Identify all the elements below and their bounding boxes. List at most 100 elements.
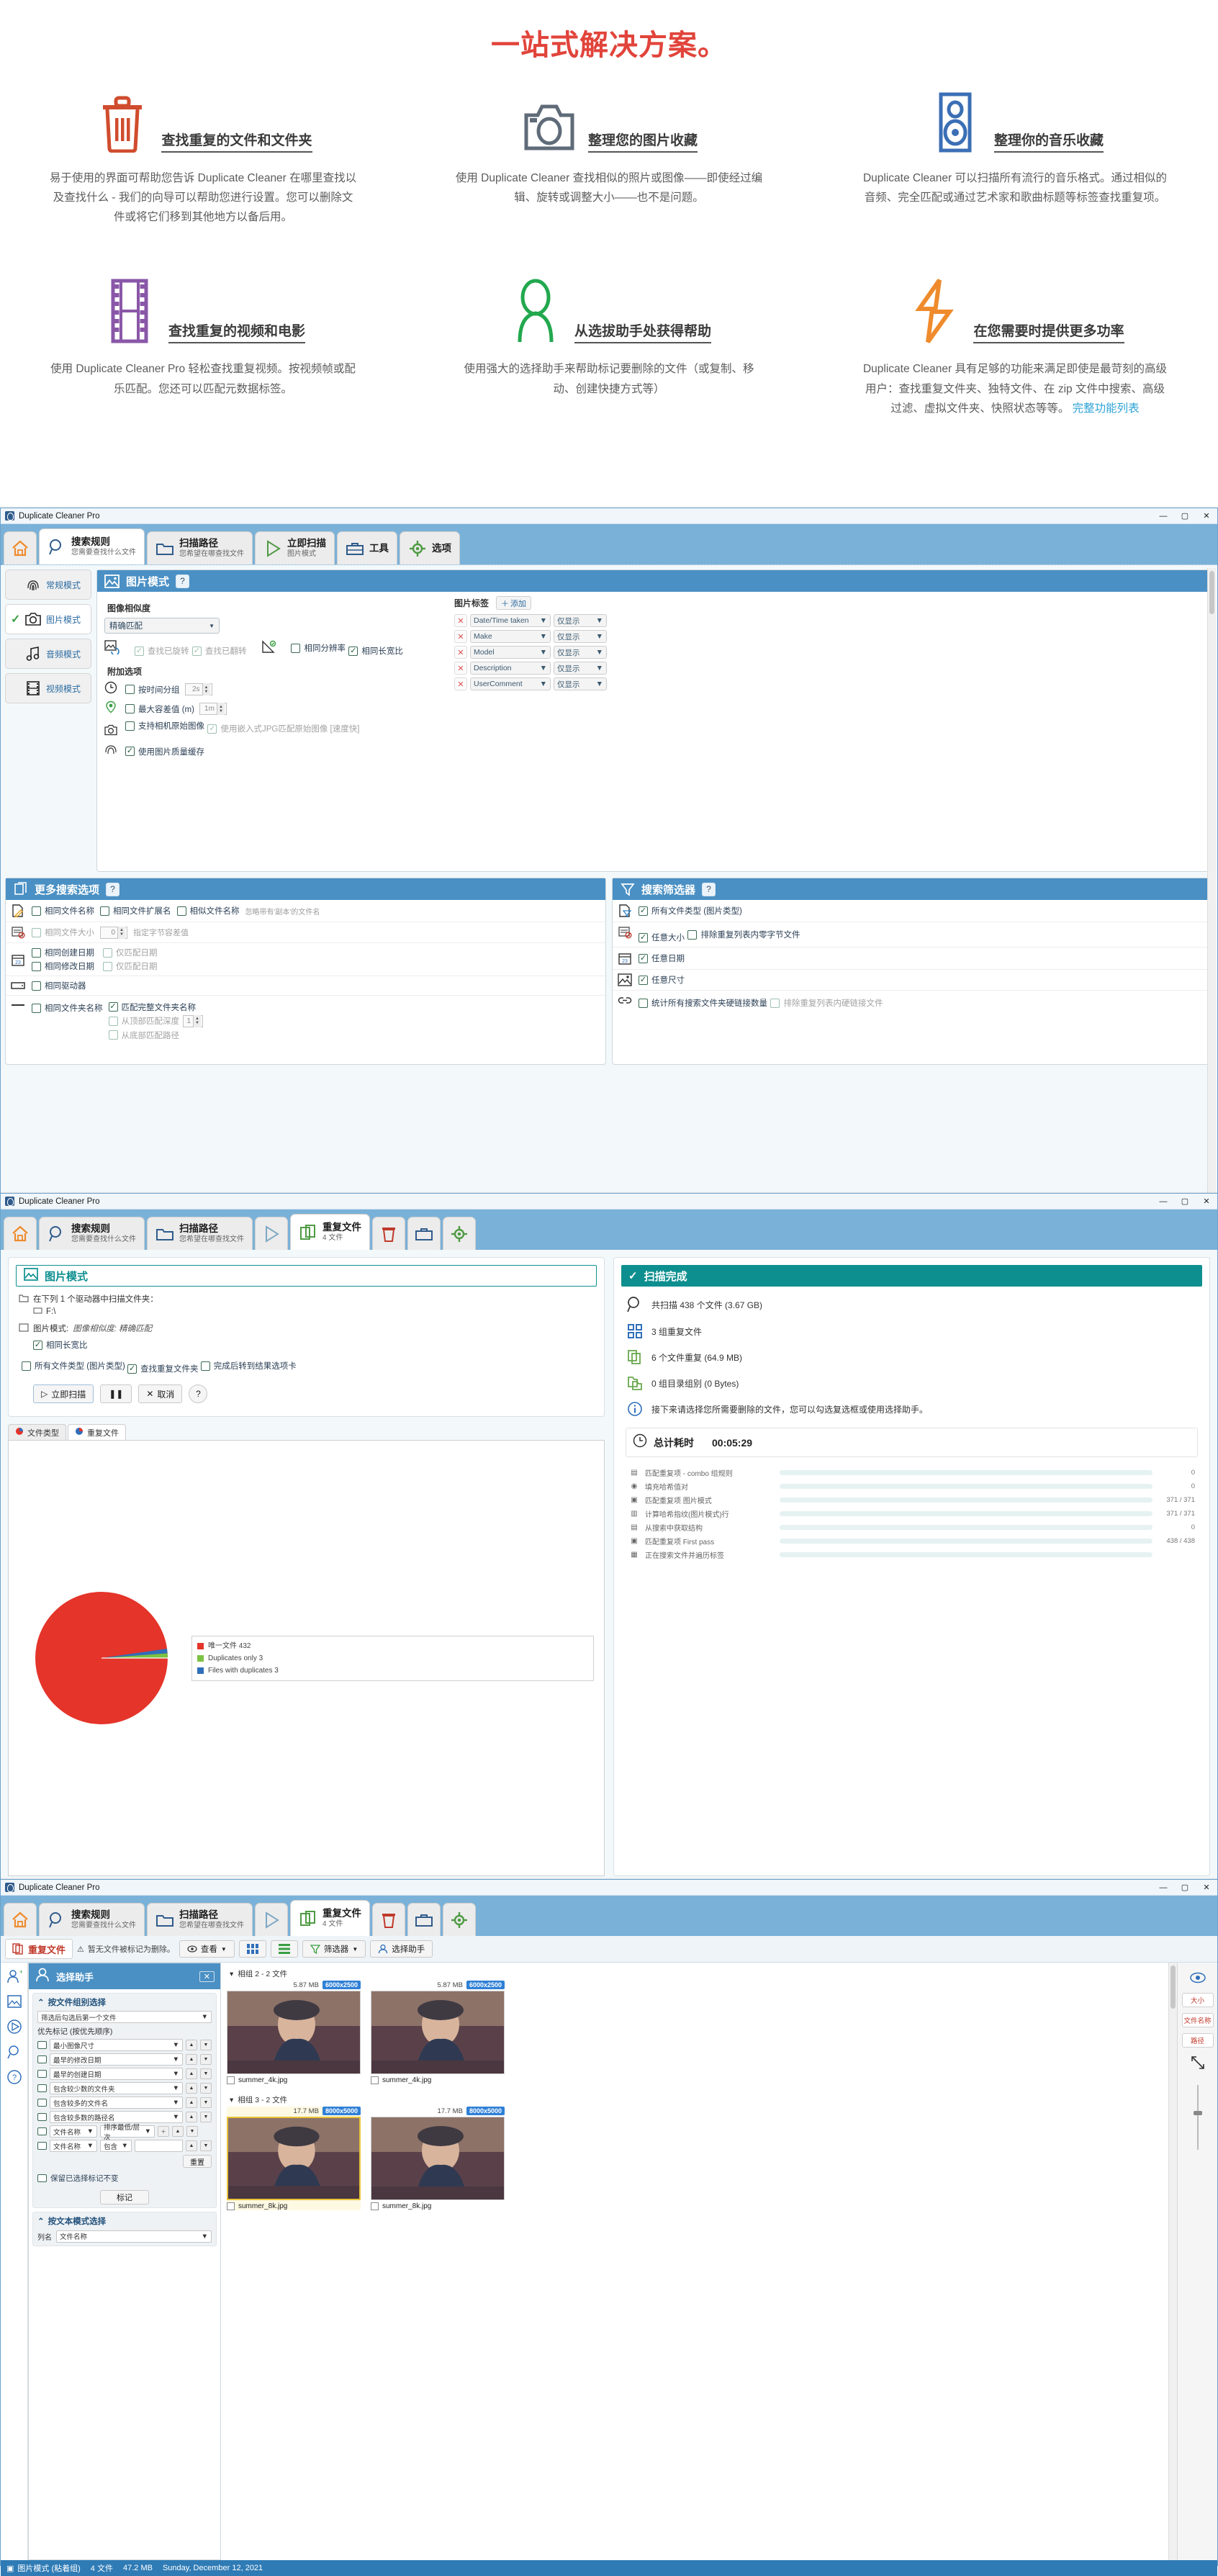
checkbox-any-date[interactable]: ✓ 任意日期	[639, 953, 685, 964]
rule-checkbox[interactable]	[37, 2084, 47, 2092]
select-checkbox[interactable]	[371, 2202, 379, 2210]
maximize-button[interactable]: ▢	[1174, 508, 1196, 524]
tab-search-rules[interactable]: 搜索规则 您需要查找什么文件	[39, 528, 145, 564]
mode-item-normal[interactable]: 常规模式	[5, 569, 91, 600]
checkbox-all-filetypes[interactable]: 所有文件类型 (图片类型)	[22, 1360, 125, 1372]
tolerance-spinner[interactable]: 1m ▲ ▼	[199, 703, 227, 715]
rule-checkbox[interactable]	[37, 2041, 47, 2049]
mark-button[interactable]: 标记	[100, 2189, 149, 2205]
time-group-spinner[interactable]: 2s ▲ ▼	[184, 683, 212, 695]
vertical-scrollbar[interactable]	[1168, 1963, 1177, 2560]
checkbox-find-rotated[interactable]: ✓ 查找已旋转	[135, 645, 189, 657]
checkbox-same-aspect[interactable]: ✓ 相同长宽比	[33, 1339, 88, 1351]
move-down-button[interactable]: ▼	[200, 2068, 212, 2079]
similarity-select[interactable]: 精确匹配 ▼	[104, 618, 220, 634]
expand-icon[interactable]: ▾	[230, 2096, 233, 2104]
move-up-button[interactable]: ▲	[186, 2068, 197, 2079]
tab-tools[interactable]: 工具	[337, 531, 397, 564]
move-up-button[interactable]: ▲	[172, 2126, 184, 2137]
tab-scan-now[interactable]	[255, 1217, 288, 1250]
checkbox-image-quality-cache[interactable]: ✓ 使用图片质量缓存	[125, 746, 204, 757]
tag-mode-select[interactable]: 仅显示 ▼	[554, 662, 607, 675]
thumbnail-image[interactable]	[371, 1991, 505, 2074]
tab-scan-paths[interactable]: 扫描路径 您希望在哪查找文件	[147, 1903, 253, 1936]
filename-toggle[interactable]: 文件名称	[1181, 2013, 1214, 2027]
rule-select[interactable]: 包含较多的文件名 ▼	[50, 2097, 183, 2109]
checkbox-similar-filename[interactable]: 相似文件名称	[176, 905, 240, 917]
eye-icon[interactable]	[1188, 1968, 1207, 1987]
minimize-button[interactable]: —	[1152, 1194, 1174, 1210]
checkbox-same-resolution[interactable]: 相同分辨率	[291, 642, 346, 654]
maximize-button[interactable]: ▢	[1174, 1194, 1196, 1210]
byte-tolerance-spinner[interactable]: 0 ▲ ▼	[100, 926, 127, 939]
minimize-button[interactable]: —	[1152, 1880, 1174, 1896]
checkbox-any-dimension[interactable]: ✓ 任意尺寸	[639, 974, 685, 986]
checkbox-any-size[interactable]: ✓ 任意大小	[639, 932, 685, 943]
checkbox-same-foldername[interactable]: 相同文件夹名称	[32, 1002, 103, 1014]
add-tag-button[interactable]: ＋添加	[496, 596, 532, 610]
move-up-button[interactable]: ▲	[186, 2140, 197, 2151]
checkbox-match-from-top[interactable]: 从顶部匹配深度	[108, 1015, 179, 1027]
image-list-icon[interactable]	[5, 1992, 24, 2011]
rule-select[interactable]: 包含较少数的文件夹 ▼	[50, 2082, 183, 2094]
checkbox-same-filesize[interactable]: 相同文件大小	[32, 927, 94, 938]
checkbox-exclude-zero-byte[interactable]: 排除重复列表内零字节文件	[687, 929, 800, 940]
checkbox-find-flipped[interactable]: ✓ 查找已翻转	[191, 645, 246, 657]
mode-item-audio[interactable]: 音频模式	[5, 639, 91, 669]
help-circle-icon[interactable]: ?	[5, 2068, 24, 2086]
help-icon[interactable]: ?	[702, 882, 716, 896]
move-down-button[interactable]: ▼	[200, 2083, 212, 2094]
checkbox-find-duplicate-folders[interactable]: ✓ 查找重复文件夹	[127, 1363, 199, 1374]
checkbox-same-created[interactable]: 相同创建日期	[32, 947, 94, 958]
path-toggle[interactable]: 路径	[1181, 2033, 1214, 2048]
checkbox-same-extension[interactable]: 相同文件扩展名	[100, 905, 171, 917]
size-toggle[interactable]: 大小	[1181, 1993, 1214, 2007]
selection-assistant-button[interactable]: 选择助手	[370, 1940, 433, 1958]
thumbnail-item[interactable]: 5.87 MB 6000x2500 summer_4k.jpg	[227, 1981, 361, 2084]
rule-checkbox[interactable]	[37, 2113, 47, 2121]
pause-button[interactable]: ❚❚	[100, 1384, 132, 1403]
tab-scan-now[interactable]: 立即扫描 图片模式	[255, 531, 335, 564]
tab-delete[interactable]	[372, 1903, 405, 1936]
move-down-button[interactable]: ▼	[200, 2097, 212, 2108]
tab-delete[interactable]	[372, 1217, 405, 1250]
expand-icon[interactable]: ▾	[230, 1970, 233, 1978]
add-rule-button[interactable]: ＋	[158, 2126, 169, 2137]
tab-options[interactable]: 选项	[400, 531, 460, 564]
checkbox-all-filetypes[interactable]: ✓ 所有文件类型 (图片类型)	[639, 905, 742, 917]
move-up-button[interactable]: ▲	[186, 2040, 197, 2050]
remove-tag-button[interactable]: ✕	[454, 614, 467, 627]
thumbnail-image[interactable]	[227, 2117, 361, 2200]
checkbox-camera-raw[interactable]: 支持相机原始图像	[125, 720, 204, 731]
tab-home[interactable]	[4, 1903, 37, 1936]
checkbox-keep-selection[interactable]: 保留已选择标记不变	[37, 2173, 119, 2184]
help-icon[interactable]: ?	[106, 882, 120, 896]
select-checkbox[interactable]	[227, 2076, 235, 2084]
checkbox-embedded-jpg[interactable]: ✓ 使用嵌入式JPG匹配原始图像 [速度快]	[207, 723, 359, 734]
tab-duplicate-files[interactable]: 重复文件	[68, 1424, 126, 1440]
move-up-button[interactable]: ▲	[186, 2054, 197, 2065]
move-down-button[interactable]: ▼	[186, 2126, 198, 2137]
tab-options[interactable]	[443, 1217, 476, 1250]
scan-now-button[interactable]: ▷ 立即扫描	[33, 1384, 94, 1403]
extra-rule-field[interactable]: 文件名称 ▼	[50, 2125, 97, 2138]
tab-home[interactable]	[4, 531, 37, 564]
checkbox-exclude-hardlinks[interactable]: 排除重复列表内硬链接文件	[770, 997, 883, 1009]
checkbox-group-by-time[interactable]: 按时间分组	[125, 684, 180, 695]
rule-select[interactable]: 最早的创建日期 ▼	[50, 2068, 183, 2080]
scrollbar-thumb[interactable]	[1170, 1965, 1176, 2009]
rule-checkbox[interactable]	[37, 2127, 47, 2135]
group-rule-select[interactable]: 筛选后勾选后第一个文件 ▼	[37, 2011, 212, 2023]
tab-scan-paths[interactable]: 扫描路径 您希望在哪查找文件	[147, 531, 253, 564]
zoom-slider[interactable]	[1193, 2078, 1202, 2560]
tab-scan-paths[interactable]: 扫描路径 您希望在哪查找文件	[147, 1217, 253, 1250]
tag-select[interactable]: Model ▼	[470, 646, 551, 659]
checkbox-same-aspect[interactable]: ✓ 相同长宽比	[348, 645, 403, 657]
checkbox-count-hardlinks[interactable]: 统计所有搜索文件夹硬链接数量	[639, 997, 767, 1009]
remove-tag-button[interactable]: ✕	[454, 646, 467, 659]
full-feature-list-link[interactable]: 完整功能列表	[1073, 402, 1140, 415]
move-down-button[interactable]: ▼	[200, 2140, 212, 2151]
grid-view-button[interactable]	[238, 1940, 266, 1958]
rule-checkbox[interactable]	[37, 2099, 47, 2107]
close-icon[interactable]: ✕	[199, 1971, 215, 1982]
